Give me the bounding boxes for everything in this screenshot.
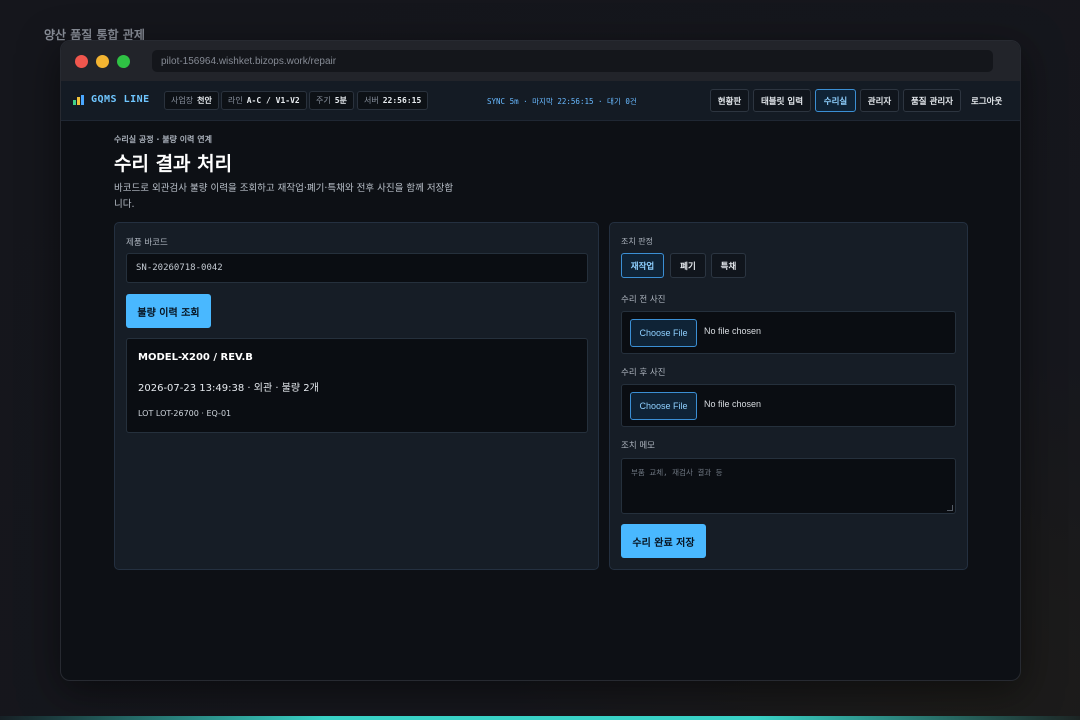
nav-tablet-input-button[interactable]: 태블릿 입력	[753, 89, 811, 112]
barcode-lookup-panel: 제품 바코드 SN-20260718-0042 불량 이력 조회 MODEL-X…	[114, 222, 599, 570]
bar-chart-icon	[73, 94, 85, 105]
nav-repair-button[interactable]: 수리실	[815, 89, 856, 112]
defect-history-result: MODEL-X200 / REV.B 2026-07-23 13:49:38 ·…	[126, 338, 588, 433]
nav-quality-admin-button[interactable]: 품질 관리자	[903, 89, 961, 112]
close-window-icon[interactable]	[75, 54, 88, 68]
after-photo-choose-file-button[interactable]: Choose File	[630, 392, 697, 420]
decision-scrap-button[interactable]: 폐기	[670, 253, 706, 278]
after-photo-input[interactable]: Choose File No file chosen	[621, 384, 956, 427]
before-photo-choose-file-button[interactable]: Choose File	[630, 319, 697, 347]
memo-textarea[interactable]: 부품 교체, 재검사 결과 등	[621, 458, 956, 514]
decision-label: 조치 판정	[621, 237, 653, 246]
server-time-chip: 서버 22:56:15	[357, 91, 429, 110]
memo-label: 조치 메모	[621, 441, 655, 451]
sync-status: SYNC 5m · 마지막 22:56:15 · 대기 0건	[487, 97, 637, 106]
barcode-label: 제품 바코드	[126, 238, 168, 248]
page-title: 수리 결과 처리	[114, 153, 233, 175]
page-description: 바코드로 외관검사 불량 이력을 조회하고 재작업·폐기·특채와 전후 사진을 …	[114, 183, 454, 210]
nav-dashboard-button[interactable]: 현황판	[710, 89, 749, 112]
logout-link[interactable]: 로그아웃	[971, 95, 1002, 107]
breadcrumb: 수리실 공정 · 불량 이력 연계	[114, 135, 212, 144]
main-content: 수리실 공정 · 불량 이력 연계 수리 결과 처리 바코드로 외관검사 불량 …	[61, 121, 1020, 680]
line-chip: 라인 A-C / V1-V2	[221, 91, 307, 110]
decision-rework-button[interactable]: 재작업	[621, 253, 664, 278]
brand-logo[interactable]: GQMS LINE	[73, 94, 150, 105]
before-photo-label: 수리 전 사진	[621, 295, 666, 305]
maximize-window-icon[interactable]	[117, 54, 130, 68]
result-model: MODEL-X200 / REV.B	[138, 352, 253, 363]
top-navbar: GQMS LINE 사업장 천안 라인 A-C / V1-V2 주기 5분 서버 22:…	[61, 81, 1020, 121]
browser-titlebar: pilot-156964.wishket.bizops.work/repair	[61, 41, 1020, 81]
cycle-chip: 주기 5분	[309, 91, 354, 110]
lookup-defect-history-button[interactable]: 불량 이력 조회	[126, 294, 211, 328]
barcode-input[interactable]: SN-20260718-0042	[126, 253, 588, 283]
browser-window: pilot-156964.wishket.bizops.work/repair …	[60, 40, 1021, 681]
result-detail: 2026-07-23 13:49:38 · 외관 · 불량 2개	[138, 383, 319, 394]
save-repair-button[interactable]: 수리 완료 저장	[621, 524, 706, 558]
bottom-accent-bar	[0, 716, 1080, 720]
repair-action-panel: 조치 판정 재작업 폐기 특채 수리 전 사진 Choose File No f…	[609, 222, 968, 570]
before-photo-input[interactable]: Choose File No file chosen	[621, 311, 956, 354]
minimize-window-icon[interactable]	[96, 54, 109, 68]
brand-name: GQMS LINE	[91, 94, 150, 105]
memo-placeholder: 부품 교체, 재검사 결과 등	[631, 468, 723, 477]
resize-grip-icon[interactable]	[947, 505, 953, 511]
after-photo-file-status: No file chosen	[704, 399, 762, 409]
before-photo-file-status: No file chosen	[704, 326, 762, 336]
nav-admin-button[interactable]: 관리자	[860, 89, 899, 112]
address-bar[interactable]: pilot-156964.wishket.bizops.work/repair	[152, 50, 993, 72]
after-photo-label: 수리 후 사진	[621, 368, 666, 378]
result-lot: LOT LOT-26700 · EQ-01	[138, 409, 232, 418]
site-chip: 사업장 천안	[164, 91, 219, 110]
decision-concession-button[interactable]: 특채	[711, 253, 746, 278]
